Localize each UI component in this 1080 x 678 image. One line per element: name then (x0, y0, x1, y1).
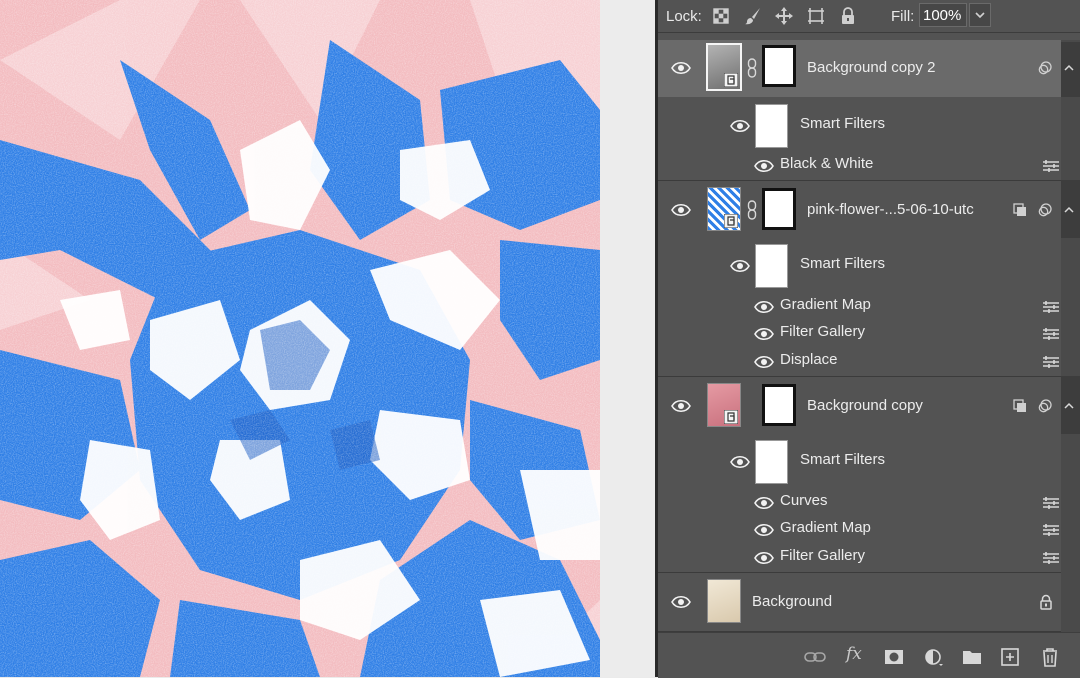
trash-delete-icon[interactable] (1039, 647, 1061, 667)
filter-row-displace[interactable]: Displace (658, 347, 1061, 375)
layer-name[interactable]: Background copy (807, 397, 923, 414)
filter-blending-options-icon[interactable] (1042, 523, 1060, 537)
smart-filters-label: Smart Filters (800, 255, 886, 272)
layers-list: Background copy 2 Smart Filters Black & … (658, 40, 1080, 632)
eye-icon[interactable] (671, 61, 691, 75)
chain-link-icon[interactable] (747, 199, 757, 221)
layer-row-pink-flower[interactable]: pink-flower-...5-06-10-utc (658, 181, 1074, 239)
eye-icon[interactable] (671, 399, 691, 413)
smart-filters-row[interactable]: Smart Filters (658, 435, 1061, 491)
smart-filter-mask-thumbnail[interactable] (755, 244, 788, 288)
filter-row-filter-gallery[interactable]: Filter Gallery (658, 543, 1061, 571)
chevron-up-icon[interactable] (1060, 61, 1078, 75)
layer-name[interactable]: Background copy 2 (807, 59, 935, 76)
smart-filters-label: Smart Filters (800, 115, 886, 132)
layer-style-fx-icon[interactable]: fx (846, 644, 862, 664)
layer-row-background-copy[interactable]: Background copy (658, 377, 1074, 435)
filter-row-curves[interactable]: Curves (658, 489, 1061, 516)
smart-filters-row[interactable]: Smart Filters (658, 97, 1061, 157)
filter-row-black-and-white[interactable]: Black & White (658, 153, 1061, 180)
eye-icon[interactable] (754, 496, 774, 510)
filter-name: Gradient Map (780, 296, 871, 313)
lock-position-move-icon[interactable] (774, 6, 794, 26)
adjustment-layer-icon[interactable] (922, 647, 944, 667)
filter-blending-options-icon[interactable] (1042, 551, 1060, 565)
eye-icon[interactable] (671, 203, 691, 217)
filter-blending-options-icon[interactable] (1042, 355, 1060, 369)
flower-artwork (0, 0, 600, 677)
eye-icon[interactable] (754, 551, 774, 565)
new-layer-icon[interactable] (999, 647, 1021, 667)
filter-blending-options-icon[interactable] (1042, 300, 1060, 314)
filter-name: Filter Gallery (780, 547, 866, 564)
filter-blending-options-icon[interactable] (1042, 496, 1060, 510)
chevron-up-icon[interactable] (1060, 399, 1078, 413)
document-canvas[interactable] (0, 0, 655, 677)
smart-filter-mask-thumbnail[interactable] (755, 104, 788, 148)
padlock-icon (1040, 594, 1052, 610)
clip-square-icon (1013, 399, 1026, 412)
layer-mask-thumbnail[interactable] (762, 188, 796, 230)
add-layer-mask-icon[interactable] (883, 647, 905, 667)
smart-object-badge-icon (724, 410, 738, 424)
blend-circle-icon (1038, 61, 1052, 75)
lock-transparent-pixels-icon[interactable] (711, 6, 731, 26)
smart-object-badge-icon (724, 73, 738, 87)
new-group-folder-icon[interactable] (961, 647, 983, 667)
layer-row-background-copy-2[interactable]: Background copy 2 (658, 40, 1074, 97)
eye-icon[interactable] (754, 159, 774, 173)
filter-row-gradient-map[interactable]: Gradient Map (658, 516, 1061, 543)
layer-mask-thumbnail[interactable] (762, 45, 796, 87)
chain-link-icon[interactable] (747, 57, 757, 79)
fill-dropdown-button[interactable] (969, 3, 991, 27)
lock-artboard-icon[interactable] (806, 6, 826, 26)
layer-thumbnail[interactable] (707, 187, 741, 231)
layer-thumbnail[interactable] (707, 383, 741, 427)
layers-bottom-toolbar: fx (658, 632, 1080, 678)
chevron-up-icon[interactable] (1060, 203, 1078, 217)
layers-panel: Lock: Fill: 100% Background copy 2 Smart… (658, 0, 1080, 678)
fill-label: Fill: (891, 8, 915, 25)
eye-icon[interactable] (671, 595, 691, 609)
blend-circle-icon (1038, 203, 1052, 217)
clip-square-icon (1013, 203, 1026, 216)
eye-icon[interactable] (754, 300, 774, 314)
layer-row-background[interactable]: Background (658, 573, 1061, 631)
layer-thumbnail[interactable] (706, 43, 742, 91)
filter-blending-options-icon[interactable] (1042, 327, 1060, 341)
fill-input[interactable]: 100% (919, 3, 967, 27)
filter-row-gradient-map[interactable]: Gradient Map (658, 293, 1061, 320)
eye-icon[interactable] (754, 523, 774, 537)
eye-icon[interactable] (754, 355, 774, 369)
layer-thumbnail[interactable] (707, 579, 741, 623)
lock-label: Lock: (666, 8, 702, 25)
filter-blending-options-icon[interactable] (1042, 159, 1060, 173)
filter-name: Displace (780, 351, 838, 368)
chevron-down-icon (975, 12, 985, 19)
filter-name: Curves (780, 492, 828, 509)
eye-icon[interactable] (730, 455, 750, 469)
link-layers-icon[interactable] (804, 647, 826, 667)
smart-filters-label: Smart Filters (800, 451, 886, 468)
smart-filter-mask-thumbnail[interactable] (755, 440, 788, 484)
filter-name: Gradient Map (780, 519, 871, 536)
layer-mask-thumbnail[interactable] (762, 384, 796, 426)
lock-image-pixels-brush-icon[interactable] (743, 6, 763, 26)
smart-filters-row[interactable]: Smart Filters (658, 239, 1061, 295)
eye-icon[interactable] (730, 119, 750, 133)
eye-icon[interactable] (754, 327, 774, 341)
filter-name: Filter Gallery (780, 323, 866, 340)
lock-all-padlock-icon[interactable] (838, 6, 858, 26)
layer-name[interactable]: Background (752, 593, 832, 610)
eye-icon[interactable] (730, 259, 750, 273)
filter-row-filter-gallery[interactable]: Filter Gallery (658, 320, 1061, 347)
filter-name: Black & White (780, 155, 874, 172)
layer-name[interactable]: pink-flower-...5-06-10-utc (807, 201, 974, 218)
lock-bar: Lock: Fill: 100% (658, 0, 1080, 33)
blend-circle-icon (1038, 399, 1052, 413)
smart-object-badge-icon (724, 214, 738, 228)
